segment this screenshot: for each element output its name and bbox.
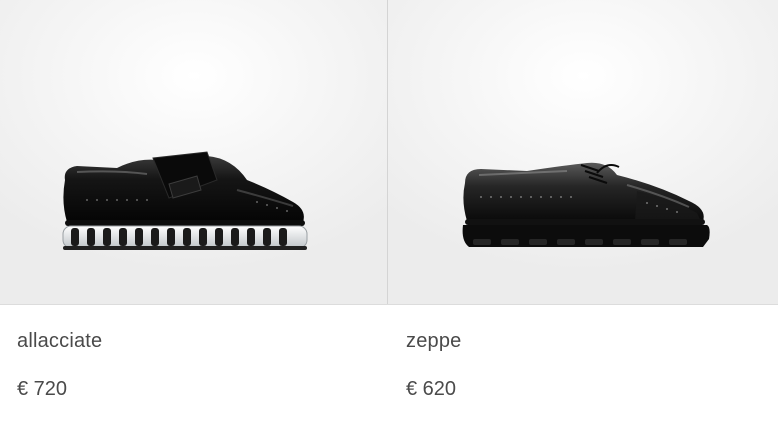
product-price: € 720 xyxy=(17,378,68,400)
product-image[interactable] xyxy=(0,0,389,305)
product-image[interactable] xyxy=(389,0,778,305)
product-card-zeppe[interactable]: zeppe € 620 xyxy=(389,0,778,428)
lace-up-brogue-shoe-icon xyxy=(462,162,711,247)
product-price: € 620 xyxy=(406,378,457,400)
card-divider xyxy=(387,0,388,304)
product-name[interactable]: zeppe xyxy=(406,330,462,353)
strap-brogue-shoe-icon xyxy=(62,151,308,250)
product-grid: allacciate € 720 zeppe € 620 xyxy=(0,0,779,428)
product-card-allacciate[interactable]: allacciate € 720 xyxy=(0,0,389,428)
product-name[interactable]: allacciate xyxy=(17,330,102,353)
